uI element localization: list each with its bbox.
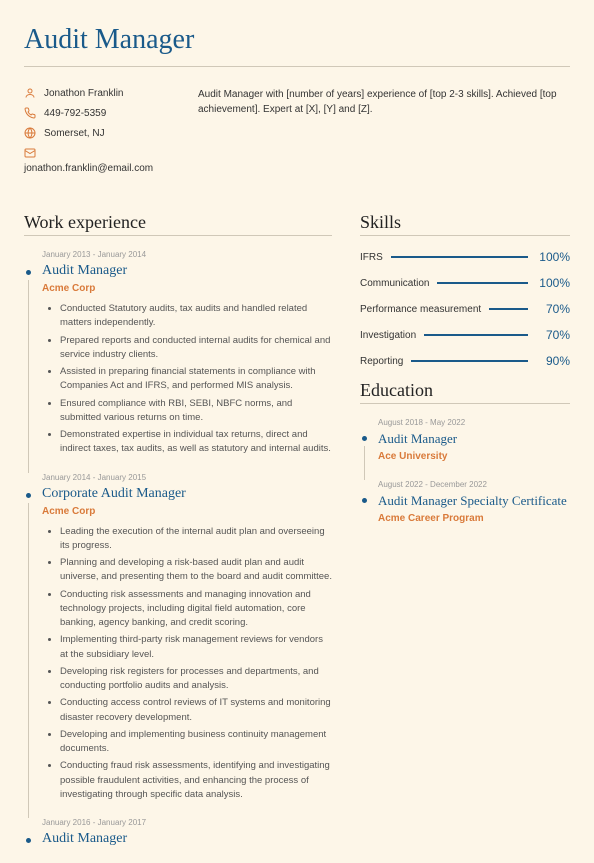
job-item: January 2014 - January 2015 Corporate Au… bbox=[24, 473, 332, 803]
skill-name: Performance measurement bbox=[360, 304, 481, 315]
divider bbox=[24, 235, 332, 236]
person-icon bbox=[24, 87, 36, 99]
edu-dates: August 2018 - May 2022 bbox=[378, 418, 570, 427]
skill-percent: 70% bbox=[536, 302, 570, 316]
education-list: August 2018 - May 2022 Audit Manager Ace… bbox=[360, 418, 570, 524]
job-item: January 2013 - January 2014 Audit Manage… bbox=[24, 250, 332, 457]
job-bullet: Leading the execution of the internal au… bbox=[60, 525, 332, 554]
skill-row: Investigation 70% bbox=[360, 328, 570, 342]
contact-name: Jonathon Franklin bbox=[24, 87, 174, 99]
education-item: August 2022 - December 2022 Audit Manage… bbox=[360, 480, 570, 524]
skill-name: Communication bbox=[360, 278, 429, 289]
skill-bar bbox=[424, 334, 528, 336]
skill-row: Reporting 90% bbox=[360, 354, 570, 368]
location-icon bbox=[24, 127, 36, 139]
edu-school: Acme Career Program bbox=[378, 513, 570, 524]
job-bullet: Conducted Statutory audits, tax audits a… bbox=[60, 302, 332, 331]
contact-email-row: jonathon.franklin@email.com bbox=[24, 163, 174, 174]
job-title: Corporate Audit Manager bbox=[42, 486, 332, 502]
jobs-list: January 2013 - January 2014 Audit Manage… bbox=[24, 250, 332, 847]
edu-school: Ace University bbox=[378, 451, 570, 462]
skill-name: Investigation bbox=[360, 330, 416, 341]
job-dates: January 2016 - January 2017 bbox=[42, 818, 332, 827]
edu-dates: August 2022 - December 2022 bbox=[378, 480, 570, 489]
job-dates: January 2014 - January 2015 bbox=[42, 473, 332, 482]
job-dates: January 2013 - January 2014 bbox=[42, 250, 332, 259]
divider bbox=[360, 403, 570, 404]
summary-text: Audit Manager with [number of years] exp… bbox=[198, 87, 570, 182]
skills-list: IFRS 100%Communication 100%Performance m… bbox=[360, 250, 570, 368]
skill-bar bbox=[437, 282, 528, 284]
job-company: Acme Corp bbox=[42, 506, 332, 517]
edu-title: Audit Manager Specialty Certificate bbox=[378, 493, 570, 509]
page-title: Audit Manager bbox=[24, 24, 570, 56]
contact-phone-text: 449-792-5359 bbox=[44, 108, 106, 119]
skill-bar bbox=[489, 308, 528, 310]
skill-percent: 100% bbox=[536, 276, 570, 290]
job-bullet: Ensured compliance with RBI, SEBI, NBFC … bbox=[60, 397, 332, 426]
skill-percent: 70% bbox=[536, 328, 570, 342]
job-bullet: Implementing third-party risk management… bbox=[60, 633, 332, 662]
work-section-title: Work experience bbox=[24, 212, 332, 233]
job-bullets: Conducted Statutory audits, tax audits a… bbox=[42, 302, 332, 457]
job-bullet: Prepared reports and conducted internal … bbox=[60, 334, 332, 363]
skill-row: IFRS 100% bbox=[360, 250, 570, 264]
skill-row: Communication 100% bbox=[360, 276, 570, 290]
job-title: Audit Manager bbox=[42, 263, 332, 279]
skill-percent: 90% bbox=[536, 354, 570, 368]
job-item: January 2016 - January 2017 Audit Manage… bbox=[24, 818, 332, 847]
email-icon bbox=[24, 147, 36, 159]
contact-column: Jonathon Franklin 449-792-5359 Somerset,… bbox=[24, 87, 174, 182]
job-bullet: Demonstrated expertise in individual tax… bbox=[60, 428, 332, 457]
left-column: Work experience January 2013 - January 2… bbox=[24, 212, 332, 863]
skill-bar bbox=[411, 360, 528, 362]
skill-percent: 100% bbox=[536, 250, 570, 264]
right-column: Skills IFRS 100%Communication 100%Perfor… bbox=[360, 212, 570, 863]
job-bullet: Conducting access control reviews of IT … bbox=[60, 696, 332, 725]
main-row: Work experience January 2013 - January 2… bbox=[24, 212, 570, 863]
skills-section-title: Skills bbox=[360, 212, 570, 233]
job-bullet: Developing risk registers for processes … bbox=[60, 665, 332, 694]
job-bullet: Conducting risk assessments and managing… bbox=[60, 588, 332, 631]
job-bullet: Conducting fraud risk assessments, ident… bbox=[60, 759, 332, 802]
edu-title: Audit Manager bbox=[378, 431, 570, 447]
education-section-title: Education bbox=[360, 380, 570, 401]
skill-row: Performance measurement 70% bbox=[360, 302, 570, 316]
contact-name-text: Jonathon Franklin bbox=[44, 88, 124, 99]
contact-phone: 449-792-5359 bbox=[24, 107, 174, 119]
contact-email-text: jonathon.franklin@email.com bbox=[24, 163, 153, 174]
skill-bar bbox=[391, 256, 528, 258]
skill-name: Reporting bbox=[360, 356, 403, 367]
job-bullet: Planning and developing a risk-based aud… bbox=[60, 556, 332, 585]
job-bullet: Developing and implementing business con… bbox=[60, 728, 332, 757]
job-title: Audit Manager bbox=[42, 831, 332, 847]
contact-email bbox=[24, 147, 174, 159]
divider bbox=[24, 66, 570, 67]
contact-location-text: Somerset, NJ bbox=[44, 128, 105, 139]
skill-name: IFRS bbox=[360, 252, 383, 263]
job-bullets: Leading the execution of the internal au… bbox=[42, 525, 332, 803]
job-bullet: Assisted in preparing financial statemen… bbox=[60, 365, 332, 394]
education-item: August 2018 - May 2022 Audit Manager Ace… bbox=[360, 418, 570, 462]
header-row: Jonathon Franklin 449-792-5359 Somerset,… bbox=[24, 87, 570, 182]
divider bbox=[360, 235, 570, 236]
phone-icon bbox=[24, 107, 36, 119]
job-company: Acme Corp bbox=[42, 283, 332, 294]
contact-location: Somerset, NJ bbox=[24, 127, 174, 139]
